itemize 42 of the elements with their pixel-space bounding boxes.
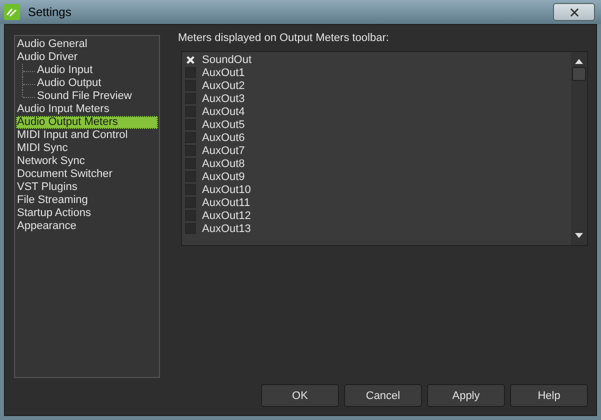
tree-item[interactable]: Audio Driver [16, 51, 159, 64]
tree-item[interactable]: MIDI Input and Control [16, 129, 159, 142]
meter-name: AuxOut11 [202, 196, 250, 208]
meter-name: AuxOut4 [202, 106, 245, 118]
meter-name: AuxOut8 [202, 158, 245, 170]
scroll-down-icon[interactable] [574, 233, 584, 239]
meter-name: AuxOut3 [202, 92, 245, 104]
tree-item[interactable]: MIDI Sync [16, 142, 159, 155]
tree-item[interactable]: Audio Output [36, 77, 102, 90]
tree-item[interactable]: VST Plugins [16, 181, 159, 194]
meter-name: AuxOut9 [202, 170, 245, 182]
tree-item[interactable]: File Streaming [16, 194, 159, 207]
app-icon [4, 4, 20, 20]
meter-name: AuxOut6 [202, 132, 245, 144]
meter-name: AuxOut13 [202, 222, 251, 234]
tree-item[interactable]: Appearance [16, 220, 159, 233]
tree-item[interactable]: Startup Actions [16, 207, 159, 220]
dialog-button[interactable]: Cancel [344, 384, 422, 407]
meter-name: AuxOut2 [202, 80, 245, 92]
tree-item[interactable]: Audio Input [36, 64, 93, 77]
meter-name: AuxOut10 [202, 184, 251, 196]
tree-item[interactable]: Audio Output Meters [16, 116, 158, 129]
close-icon [570, 8, 578, 16]
dialog-button[interactable]: Apply [427, 384, 505, 407]
window-title: Settings [28, 5, 72, 19]
tree-item[interactable]: Sound File Preview [36, 90, 132, 103]
meter-name: AuxOut5 [202, 118, 245, 130]
meter-name: AuxOut1 [202, 66, 245, 78]
dialog-button[interactable]: Help [510, 384, 588, 407]
list-label: Meters displayed on Output Meters toolbar: [178, 32, 390, 44]
tree-item[interactable]: Document Switcher [16, 168, 159, 181]
scroll-up-icon[interactable] [574, 58, 584, 64]
meter-name: SoundOut [202, 54, 252, 66]
meter-name: AuxOut7 [202, 144, 245, 156]
tree-item[interactable]: Network Sync [16, 155, 159, 168]
close-button[interactable] [553, 3, 595, 21]
tree-item[interactable]: Audio Input Meters [16, 103, 159, 116]
meter-name: AuxOut12 [202, 210, 251, 222]
scrollbar-thumb[interactable] [572, 67, 586, 81]
dialog-button[interactable]: OK [261, 384, 339, 407]
scrollbar[interactable] [571, 52, 587, 245]
tree-item[interactable]: Audio General [16, 38, 159, 51]
